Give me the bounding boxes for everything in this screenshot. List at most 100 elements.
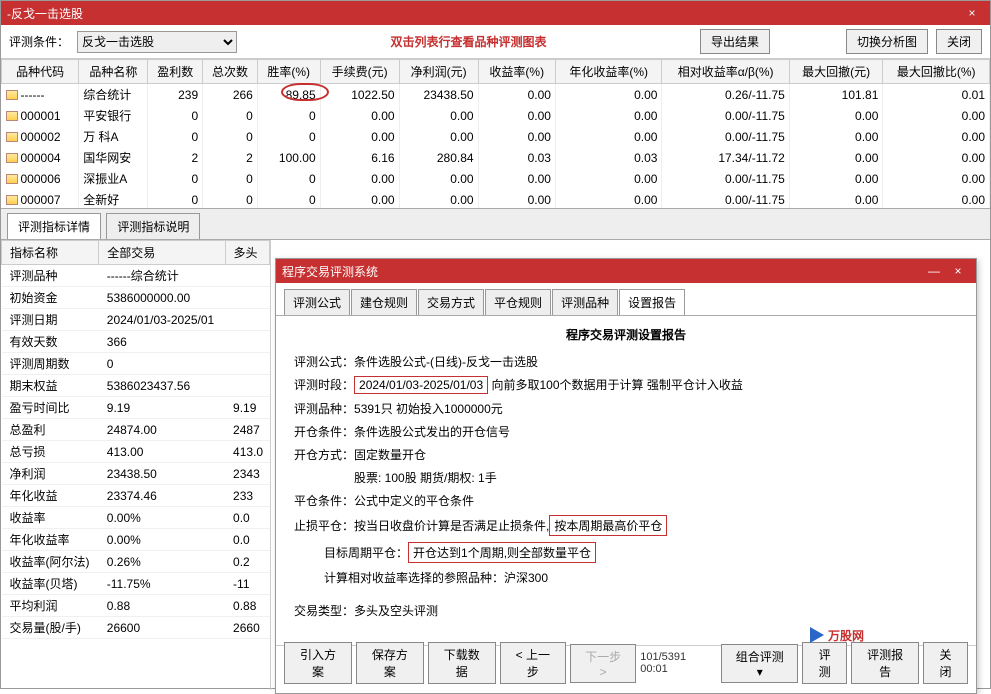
grid-header[interactable]: 手续费(元) (320, 60, 399, 84)
tab-explain[interactable]: 评测指标说明 (106, 213, 200, 239)
sub-tab[interactable]: 平仓规则 (485, 289, 551, 315)
lbl-stop: 止损平仓： (294, 519, 354, 533)
table-row[interactable]: 000004国华网安22100.006.16280.840.030.0317.3… (2, 147, 990, 168)
detail-row: 有效天数366 (2, 331, 270, 353)
val-type: 多头及空头评测 (354, 604, 438, 618)
table-row[interactable]: 000001平安银行0000.000.000.000.000.00/-11.75… (2, 105, 990, 126)
val-instr: 5391只 初始投入1000000元 (354, 402, 503, 416)
sub-tab[interactable]: 交易方式 (418, 289, 484, 315)
detail-col-all: 全部交易 (99, 241, 225, 265)
grid-header[interactable]: 最大回撤(元) (789, 60, 883, 84)
detail-row: 收益率(阿尔法)0.26%0.2 (2, 551, 270, 573)
table-row[interactable]: 000002万 科A0000.000.000.000.000.00/-11.75… (2, 126, 990, 147)
sub-tab[interactable]: 设置报告 (619, 289, 685, 315)
detail-row: 初始资金5386000000.00 (2, 287, 270, 309)
grid-header[interactable]: 最大回撤比(%) (883, 60, 990, 84)
detail-col-name: 指标名称 (2, 241, 99, 265)
lbl-target: 目标周期平仓： (324, 546, 408, 560)
detail-row: 年化收益23374.46233 (2, 485, 270, 507)
sub-title: 程序交易评测系统 (282, 263, 922, 280)
result-grid[interactable]: 品种代码品种名称盈利数总次数胜率(%)手续费(元)净利润(元)收益率(%)年化收… (1, 59, 990, 209)
download-button[interactable]: 下载数据 (428, 642, 496, 684)
switch-chart-button[interactable]: 切换分析图 (846, 29, 928, 54)
sub-tab[interactable]: 评测品种 (552, 289, 618, 315)
prev-button[interactable]: < 上一步 (500, 642, 566, 684)
main-titlebar: -反戈一击选股 × (1, 1, 990, 25)
grid-header[interactable]: 年化收益率(%) (555, 60, 662, 84)
val-method: 固定数量开仓 (354, 448, 426, 462)
table-row[interactable]: 000007全新好0000.000.000.000.000.00/-11.750… (2, 189, 990, 209)
detail-row: 交易量(股/手)266002660 (2, 617, 270, 639)
detail-row: 平均利润0.880.88 (2, 595, 270, 617)
detail-row: 评测日期2024/01/03-2025/01 (2, 309, 270, 331)
report-title: 程序交易评测设置报告 (294, 326, 958, 343)
export-button[interactable]: 导出结果 (700, 29, 770, 54)
val-open: 条件选股公式发出的开仓信号 (354, 425, 510, 439)
table-row[interactable]: 000006深振业A0000.000.000.000.000.00/-11.75… (2, 168, 990, 189)
grid-header[interactable]: 胜率(%) (257, 60, 320, 84)
sub-titlebar: 程序交易评测系统 — × (276, 259, 976, 283)
detail-col-long: 多头 (225, 241, 269, 265)
grid-header[interactable]: 净利润(元) (399, 60, 478, 84)
val-qty: 股票: 100股 期货/期权: 1手 (354, 471, 497, 485)
detail-row: 总盈利24874.002487 (2, 419, 270, 441)
detail-row: 盈亏时间比9.199.19 (2, 397, 270, 419)
grid-header[interactable]: 品种代码 (2, 60, 79, 84)
grid-header[interactable]: 收益率(%) (478, 60, 555, 84)
detail-tabs: 评测指标详情 评测指标说明 (1, 209, 990, 240)
sub-tab[interactable]: 评测公式 (284, 289, 350, 315)
detail-row: 期末权益5386023437.56 (2, 375, 270, 397)
detail-row: 收益率(贝塔)-11.75%-11 (2, 573, 270, 595)
grid-header[interactable]: 盈利数 (148, 60, 203, 84)
lbl-period: 评测时段： (294, 378, 354, 392)
lbl-type: 交易类型： (294, 604, 354, 618)
val-formula: 条件选股公式-(日线)-反戈一击选股 (354, 355, 538, 369)
condition-label: 评测条件： (9, 33, 69, 50)
detail-table: 指标名称 全部交易 多头 评测品种------综合统计初始资金538600000… (1, 240, 271, 690)
detail-row: 评测周期数0 (2, 353, 270, 375)
detail-row: 净利润23438.502343 (2, 463, 270, 485)
detail-row: 年化收益率0.00%0.0 (2, 529, 270, 551)
val-stop-box: 按本周期最高价平仓 (549, 515, 667, 536)
val-close: 公式中定义的平仓条件 (354, 494, 474, 508)
condition-select[interactable]: 反戈一击选股 (77, 31, 237, 53)
import-button[interactable]: 引入方案 (284, 642, 352, 684)
hint-text: 双击列表行查看品种评测图表 (245, 33, 692, 50)
val-period-tail: 向前多取100个数据用于计算 强制平仓计入收益 (491, 378, 742, 392)
val-stop-pre: 按当日收盘价计算是否满足止损条件, (354, 519, 549, 533)
sub-tab[interactable]: 建仓规则 (351, 289, 417, 315)
sub-close-icon[interactable]: × (946, 264, 970, 278)
val-target: 开仓达到1个周期,则全部数量平仓 (408, 542, 596, 563)
grid-header[interactable]: 相对收益率α/β(%) (662, 60, 789, 84)
folder-icon (6, 132, 18, 142)
progress-status: 101/5391 00:01 (640, 651, 713, 675)
tab-detail[interactable]: 评测指标详情 (7, 213, 101, 239)
lbl-method: 开仓方式： (294, 448, 354, 462)
val-period: 2024/01/03-2025/01/03 (354, 376, 488, 394)
brand-logo: 万股网 (810, 615, 970, 655)
folder-icon (6, 111, 18, 121)
folder-icon (6, 153, 18, 163)
grid-header[interactable]: 品种名称 (79, 60, 148, 84)
detail-row: 评测品种------综合统计 (2, 265, 270, 287)
folder-icon (6, 90, 18, 100)
minimize-icon[interactable]: — (922, 264, 946, 278)
lbl-open: 开仓条件： (294, 425, 354, 439)
arrow-icon (810, 627, 824, 643)
grid-header[interactable]: 总次数 (203, 60, 258, 84)
window-title: -反戈一击选股 (7, 5, 960, 22)
detail-row: 收益率0.00%0.0 (2, 507, 270, 529)
table-row[interactable]: ------综合统计23926689.851022.5023438.500.00… (2, 84, 990, 106)
lbl-instr: 评测品种： (294, 402, 354, 416)
sub-tabs: 评测公式建仓规则交易方式平仓规则评测品种设置报告 (276, 283, 976, 316)
folder-icon (6, 195, 18, 205)
eval-system-dialog: 程序交易评测系统 — × 评测公式建仓规则交易方式平仓规则评测品种设置报告 程序… (275, 258, 977, 694)
lbl-close: 平仓条件： (294, 494, 354, 508)
close-icon[interactable]: × (960, 6, 984, 20)
combo-eval-button[interactable]: 组合评测 ▾ (721, 644, 798, 683)
close-button[interactable]: 关闭 (936, 29, 982, 54)
report-body: 程序交易评测设置报告 评测公式：条件选股公式-(日线)-反戈一击选股 评测时段：… (276, 316, 976, 646)
folder-icon (6, 174, 18, 184)
next-button: 下一步 > (570, 644, 636, 683)
save-button[interactable]: 保存方案 (356, 642, 424, 684)
